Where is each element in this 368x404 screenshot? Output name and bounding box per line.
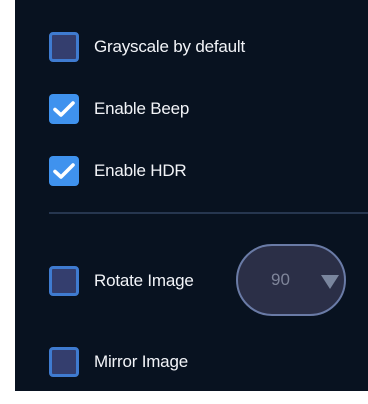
rotate-option[interactable]: Rotate Image <box>49 264 194 298</box>
beep-label: Enable Beep <box>94 99 190 118</box>
section-divider <box>49 212 368 214</box>
beep-option[interactable]: Enable Beep <box>49 92 189 126</box>
grayscale-option[interactable]: Grayscale by default <box>49 30 245 64</box>
checkmark-icon <box>53 163 75 179</box>
hdr-checkbox[interactable] <box>49 156 79 186</box>
grayscale-label: Grayscale by default <box>94 37 245 56</box>
rotate-label: Rotate Image <box>94 271 194 290</box>
mirror-checkbox[interactable] <box>49 347 79 377</box>
settings-panel: Grayscale by default Enable Beep Enable … <box>15 0 368 391</box>
dropdown-arrow-icon <box>321 275 339 289</box>
rotation-angle-value: 90 <box>271 270 290 289</box>
rotate-checkbox[interactable] <box>49 266 79 296</box>
grayscale-checkbox[interactable] <box>49 32 79 62</box>
rotation-angle-select[interactable]: 90 <box>236 244 346 316</box>
hdr-option[interactable]: Enable HDR <box>49 154 187 188</box>
checkmark-icon <box>53 101 75 117</box>
beep-checkbox[interactable] <box>49 94 79 124</box>
hdr-label: Enable HDR <box>94 161 187 180</box>
mirror-label: Mirror Image <box>94 352 188 371</box>
mirror-option[interactable]: Mirror Image <box>49 345 188 379</box>
